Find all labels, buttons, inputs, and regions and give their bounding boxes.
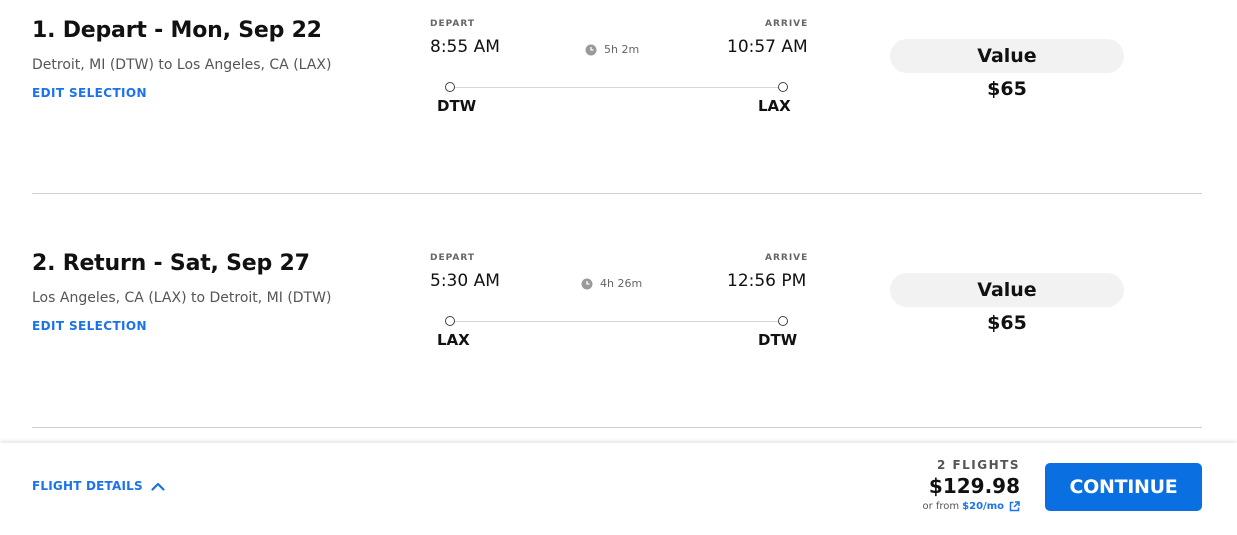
route-line <box>453 321 783 322</box>
segment-route: Los Angeles, CA (LAX) to Detroit, MI (DT… <box>32 290 332 306</box>
duration-text: 4h 26m <box>600 277 643 290</box>
origin-dot <box>445 316 455 326</box>
segment-route: Detroit, MI (DTW) to Los Angeles, CA (LA… <box>32 57 332 73</box>
flight-duration: 4h 26m <box>581 277 642 290</box>
depart-time: 8:55 AM <box>430 37 500 57</box>
arrive-label: ARRIVE <box>765 19 809 29</box>
flight-segment-return: 2. Return - Sat, Sep 27 Los Angeles, CA … <box>32 234 1202 428</box>
chevron-up-icon <box>151 482 165 491</box>
flight-duration: 5h 2m <box>585 43 639 56</box>
fare-type-badge: Value <box>890 39 1124 73</box>
destination-airport-code: DTW <box>758 331 798 349</box>
destination-dot <box>778 82 788 92</box>
financing-prefix: or from <box>922 501 960 512</box>
fare-type-badge: Value <box>890 273 1124 307</box>
origin-airport-code: DTW <box>437 97 477 115</box>
depart-time: 5:30 AM <box>430 271 500 291</box>
route-line <box>453 87 783 88</box>
clock-icon <box>581 278 593 289</box>
destination-dot <box>778 316 788 326</box>
flight-details-label: FLIGHT DETAILS <box>32 479 143 493</box>
flight-segment-depart: 1. Depart - Mon, Sep 22 Detroit, MI (DTW… <box>32 0 1202 194</box>
flight-details-toggle[interactable]: FLIGHT DETAILS <box>32 479 165 493</box>
edit-selection-link[interactable]: EDIT SELECTION <box>32 319 147 333</box>
arrive-time: 10:57 AM <box>727 37 808 57</box>
arrive-label: ARRIVE <box>765 253 809 263</box>
depart-label: DEPART <box>430 19 476 29</box>
duration-text: 5h 2m <box>604 43 640 56</box>
destination-airport-code: LAX <box>758 97 791 115</box>
edit-selection-link[interactable]: EDIT SELECTION <box>32 86 147 100</box>
depart-label: DEPART <box>430 253 476 263</box>
financing-info: or from $20/mo <box>900 501 1020 512</box>
flights-count: 2 FLIGHTS <box>936 458 1020 472</box>
total-price: $129.98 <box>928 474 1020 498</box>
fare-price: $65 <box>987 312 1027 334</box>
continue-button[interactable]: CONTINUE <box>1045 463 1202 511</box>
origin-airport-code: LAX <box>437 331 470 349</box>
segment-title: 1. Depart - Mon, Sep 22 <box>32 18 322 43</box>
external-link-icon[interactable] <box>1009 501 1020 512</box>
clock-icon <box>585 44 597 55</box>
financing-link[interactable]: $20/mo <box>962 501 1004 512</box>
booking-footer: FLIGHT DETAILS 2 FLIGHTS $129.98 or from… <box>0 443 1237 535</box>
segment-title: 2. Return - Sat, Sep 27 <box>32 251 310 276</box>
trip-total: 2 FLIGHTS $129.98 or from $20/mo <box>900 458 1020 512</box>
origin-dot <box>445 82 455 92</box>
arrive-time: 12:56 PM <box>727 271 807 291</box>
fare-price: $65 <box>987 78 1027 100</box>
